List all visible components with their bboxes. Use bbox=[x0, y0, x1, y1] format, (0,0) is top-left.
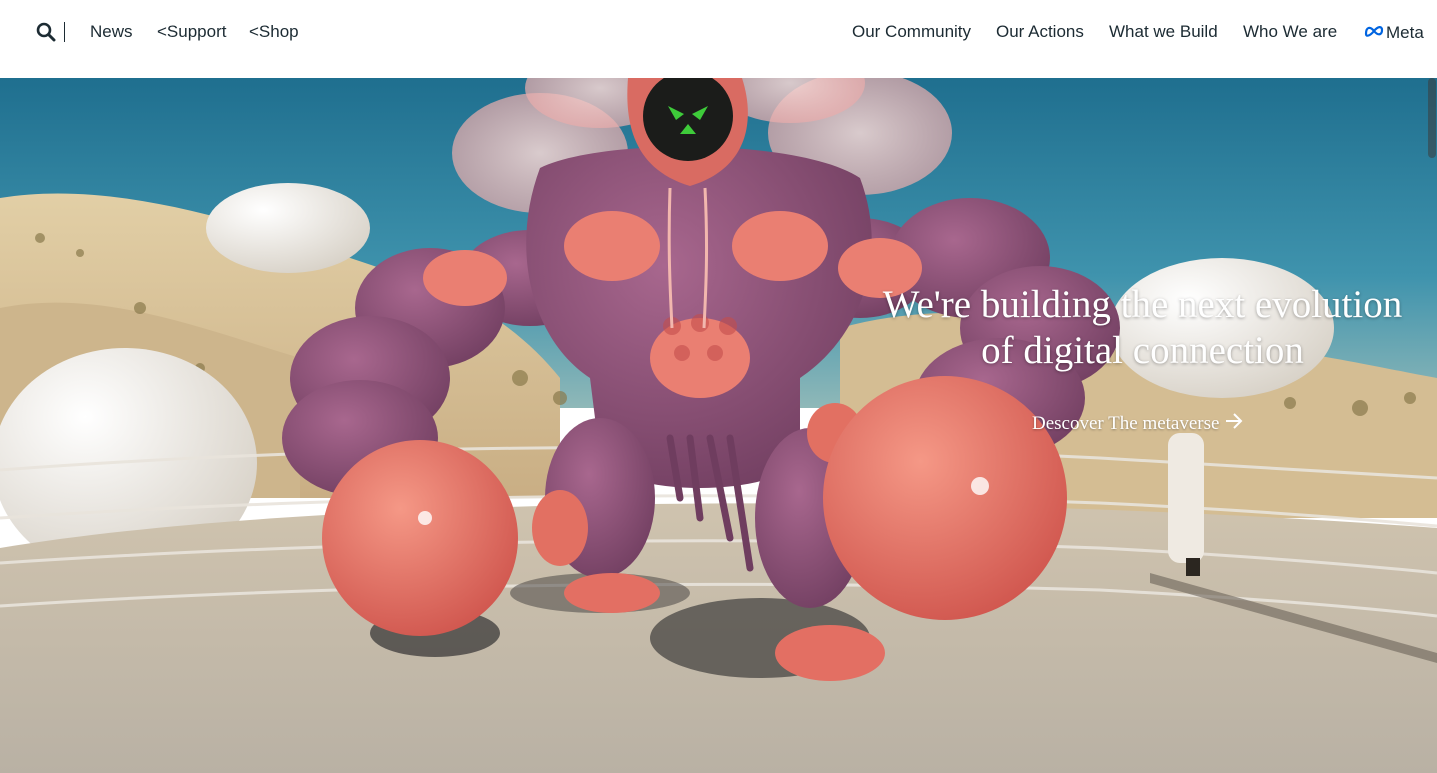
nav-link-what-we-build[interactable]: What we Build bbox=[1109, 22, 1218, 42]
hero-section: We're building the next evolution of dig… bbox=[0, 78, 1437, 773]
nav-divider bbox=[64, 22, 65, 42]
meta-logo-link[interactable]: Meta bbox=[1364, 22, 1424, 44]
meta-infinity-icon bbox=[1364, 24, 1384, 43]
nav-link-shop[interactable]: <Shop bbox=[249, 22, 299, 42]
search-icon[interactable] bbox=[36, 22, 56, 42]
nav-link-our-actions[interactable]: Our Actions bbox=[996, 22, 1084, 42]
nav-link-support[interactable]: <Support bbox=[157, 22, 226, 42]
hero-headline-line-2: of digital connection bbox=[981, 329, 1304, 372]
hero-headline-line-1: We're building the next evolution bbox=[882, 283, 1403, 326]
top-navigation-bar: News <Support <Shop Our Community Our Ac… bbox=[0, 0, 1437, 78]
arrow-right-icon bbox=[1225, 413, 1243, 435]
discover-metaverse-link[interactable]: Descover The metaverse bbox=[1032, 413, 1243, 435]
cta-label: Descover The metaverse bbox=[1032, 413, 1220, 434]
nav-link-our-community[interactable]: Our Community bbox=[852, 22, 971, 42]
page-scrollbar-thumb[interactable] bbox=[1428, 78, 1436, 158]
hero-headline: We're building the next evolution of dig… bbox=[860, 282, 1425, 374]
nav-link-news[interactable]: News bbox=[90, 22, 133, 42]
nav-link-who-we-are[interactable]: Who We are bbox=[1243, 22, 1337, 42]
meta-wordmark: Meta bbox=[1386, 23, 1424, 42]
